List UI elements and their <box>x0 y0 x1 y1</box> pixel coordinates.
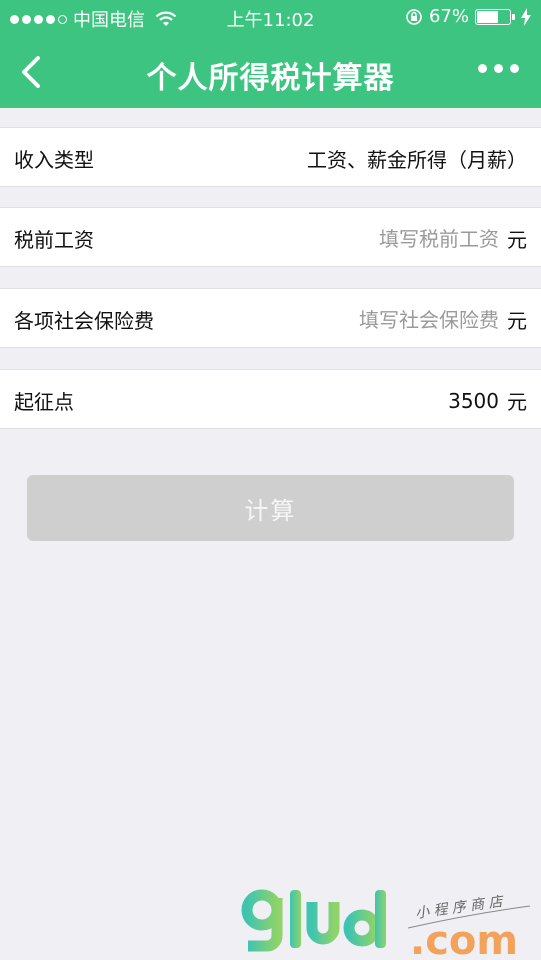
social-insurance-value: 元 <box>299 305 527 334</box>
threshold-unit: 元 <box>507 390 527 414</box>
calculate-button[interactable]: 计算 <box>27 475 514 541</box>
more-button[interactable] <box>478 64 519 73</box>
battery-percent: 67% <box>428 6 469 27</box>
social-insurance-row: 各项社会保险费 元 <box>0 288 541 348</box>
more-dot <box>494 64 503 73</box>
status-bar: 中国电信 上午11:02 67% <box>0 0 541 36</box>
more-dot <box>478 64 487 73</box>
charging-bolt-icon <box>521 7 531 26</box>
threshold-label: 起征点 <box>14 390 74 414</box>
social-insurance-input[interactable] <box>299 307 499 332</box>
pretax-salary-value: 元 <box>299 224 527 253</box>
income-type-row[interactable]: 收入类型 工资、薪金所得（月薪） <box>0 127 541 187</box>
social-insurance-unit: 元 <box>507 309 527 333</box>
pretax-salary-unit: 元 <box>507 228 527 252</box>
income-type-label: 收入类型 <box>14 148 94 172</box>
social-insurance-label: 各项社会保险费 <box>14 309 154 333</box>
page-title: 个人所得税计算器 <box>146 61 395 96</box>
income-type-value[interactable]: 工资、薪金所得（月薪） <box>307 144 527 173</box>
chevron-left-icon <box>22 56 40 88</box>
status-right: 67% <box>405 6 531 27</box>
battery-icon <box>475 8 511 25</box>
pretax-salary-label: 税前工资 <box>14 228 94 252</box>
back-button[interactable] <box>14 52 54 92</box>
pretax-salary-input[interactable] <box>299 226 499 251</box>
nav-bar: 个人所得税计算器 <box>0 36 541 108</box>
more-dot <box>510 64 519 73</box>
pretax-salary-row: 税前工资 元 <box>0 207 541 267</box>
threshold-row: 起征点 3500 元 <box>0 369 541 429</box>
battery-fill <box>477 10 498 23</box>
rotation-lock-icon <box>406 8 422 25</box>
glud-watermark-logo: .com 小 程 序 商 店 <box>241 889 531 960</box>
battery-tip <box>512 13 515 20</box>
threshold-amount: 3500 <box>448 388 499 413</box>
threshold-value: 3500 元 <box>448 386 527 415</box>
